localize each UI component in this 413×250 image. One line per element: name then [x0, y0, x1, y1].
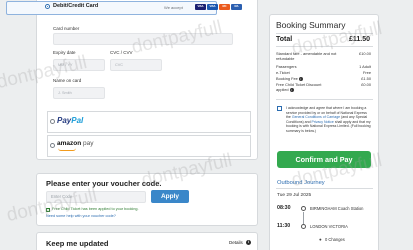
card-number-label: Card number	[53, 26, 80, 31]
card-option-label: Debit/Credit Card	[53, 3, 99, 9]
paypal-logo: PayPal	[57, 116, 84, 125]
apply-button[interactable]: Apply	[151, 190, 189, 203]
amazon-smile-icon	[58, 148, 76, 151]
fare-value: £10.00	[359, 51, 371, 56]
discount-info-icon[interactable]: i	[289, 87, 294, 92]
summary-divider	[276, 188, 373, 189]
expiry-label: Expiry date	[53, 50, 76, 55]
voucher-title: Please enter your voucher code.	[46, 179, 162, 188]
details-info-icon[interactable]: i	[246, 240, 251, 245]
privacy-link[interactable]: Privacy Notice	[312, 120, 334, 124]
name-on-card-label: Name on card	[53, 78, 82, 83]
visa-logo: VISA	[195, 4, 206, 10]
keep-updated-title: Keep me updated	[46, 239, 109, 248]
amazon-pay-radio[interactable]	[50, 143, 55, 148]
discount-label: Free Child Ticket Discount applied i	[276, 82, 322, 92]
arrival-time: 11:30	[277, 223, 291, 229]
eticket-label: e-Ticket	[276, 70, 290, 75]
card-option-radio[interactable]	[45, 4, 50, 9]
visa-debit-logo: VISA	[207, 4, 218, 10]
maestro-logo: MA	[231, 4, 242, 10]
booking-summary-title: Booking Summary	[276, 20, 346, 30]
arrival-stop-icon	[301, 224, 306, 229]
booking-fee-info-icon[interactable]: i	[298, 76, 303, 81]
journey-date: Tue 29 Jul 2025	[277, 193, 312, 198]
mastercard-logo: MC	[219, 4, 230, 10]
cvc-label: CVC / CVV	[110, 50, 133, 55]
voucher-code-input[interactable]: Enter Code	[46, 191, 146, 203]
summary-divider	[276, 33, 373, 34]
summary-divider	[276, 46, 373, 47]
route-line	[303, 212, 304, 224]
details-link[interactable]: Details	[229, 240, 243, 245]
name-on-card-input[interactable]: J. Smith	[53, 87, 105, 99]
confirm-and-pay-button[interactable]: Confirm and Pay	[277, 151, 371, 168]
paypal-radio[interactable]	[50, 119, 55, 124]
accept-label: We accept	[164, 5, 183, 10]
changes-icon: ●	[319, 237, 322, 242]
passengers-value: 1 Adult	[359, 64, 371, 69]
arrival-stop: LONDON VICTORIA	[310, 224, 348, 229]
passengers-label: Passengers	[276, 64, 297, 69]
eticket-value: Free	[363, 70, 371, 75]
terms-checkbox[interactable]	[277, 106, 282, 111]
voucher-applied-message: Free Child Ticket has been applied to yo…	[52, 207, 139, 211]
discount-value: £0.00	[361, 82, 371, 87]
departure-stop-icon	[301, 206, 306, 211]
summary-divider	[276, 99, 373, 100]
departure-time: 08:30	[277, 205, 291, 211]
booking-fee-label: Booking Fee i	[276, 76, 303, 81]
booking-fee-value: £1.50	[361, 76, 371, 81]
fare-label: Standard fare - amendable and not refund…	[276, 51, 337, 61]
voucher-help-link[interactable]: Need some help with your voucher code?	[46, 214, 116, 218]
changes-count: 0 Changes	[325, 237, 345, 242]
total-label: Total	[276, 36, 293, 43]
card-option-header[interactable]	[6, 1, 217, 15]
terms-text: I acknowledge and agree that where I am …	[286, 106, 371, 133]
outbound-journey-title: Outbound Journey	[277, 180, 325, 186]
total-value: £11.50	[348, 36, 370, 43]
cvc-input[interactable]: CVC	[110, 59, 162, 71]
expiry-input[interactable]: MM / YY	[53, 59, 105, 71]
amazon-pay-logo: amazon pay	[57, 140, 94, 147]
departure-stop: BIRMINGHAM Coach Station	[310, 206, 364, 211]
conditions-link[interactable]: General Conditions of Carriage	[292, 115, 340, 119]
voucher-applied-check-icon	[46, 208, 50, 212]
card-number-input[interactable]	[53, 33, 233, 45]
